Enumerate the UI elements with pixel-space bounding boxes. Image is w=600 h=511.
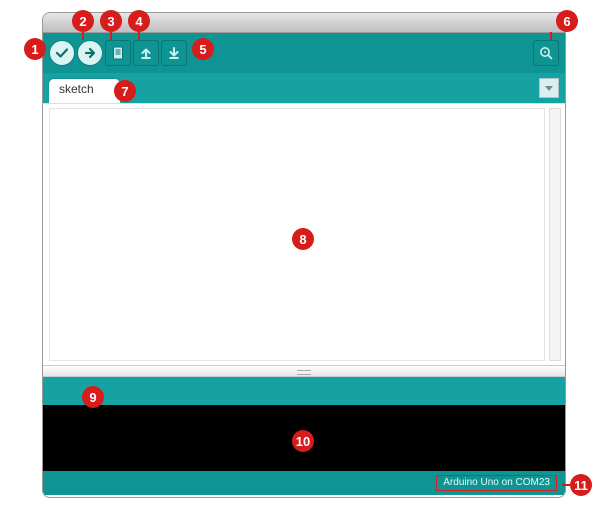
new-sketch-button[interactable] bbox=[105, 40, 131, 66]
callout-11: 11 bbox=[570, 474, 592, 496]
open-sketch-button[interactable] bbox=[133, 40, 159, 66]
message-bar bbox=[43, 377, 565, 405]
check-icon bbox=[55, 46, 69, 60]
sketch-tab-label: sketch bbox=[59, 82, 94, 96]
callout-7: 7 bbox=[114, 80, 136, 102]
sketch-tab[interactable]: sketch bbox=[49, 79, 120, 103]
callout-1: 1 bbox=[24, 38, 46, 60]
editor-vertical-scrollbar[interactable] bbox=[549, 108, 561, 361]
pane-divider[interactable] bbox=[43, 365, 565, 377]
callout-5: 5 bbox=[192, 38, 214, 60]
arrow-down-icon bbox=[166, 45, 182, 61]
serial-monitor-icon bbox=[537, 44, 555, 62]
callout-4: 4 bbox=[128, 10, 150, 32]
verify-button[interactable] bbox=[49, 40, 75, 66]
callout-8: 8 bbox=[292, 228, 314, 250]
triangle-down-icon bbox=[544, 83, 554, 93]
toolbar bbox=[43, 33, 565, 73]
callout-2: 2 bbox=[72, 10, 94, 32]
callout-3: 3 bbox=[100, 10, 122, 32]
file-new-icon bbox=[110, 45, 126, 61]
status-bar: Arduino Uno on COM23 bbox=[43, 471, 565, 495]
serial-monitor-button[interactable] bbox=[533, 40, 559, 66]
callout-10: 10 bbox=[292, 430, 314, 452]
tab-dropdown-button[interactable] bbox=[539, 78, 559, 98]
callout-9: 9 bbox=[82, 386, 104, 408]
arrow-right-icon bbox=[83, 46, 97, 60]
arrow-up-icon bbox=[138, 45, 154, 61]
board-port-label: Arduino Uno on COM23 bbox=[436, 475, 557, 491]
save-sketch-button[interactable] bbox=[161, 40, 187, 66]
callout-6: 6 bbox=[556, 10, 578, 32]
upload-button[interactable] bbox=[77, 40, 103, 66]
